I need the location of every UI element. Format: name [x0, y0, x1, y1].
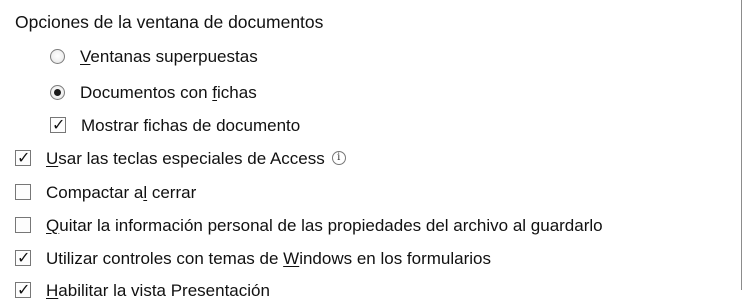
show-document-tabs-checkbox[interactable]: [50, 115, 66, 134]
compact-on-close-checkbox[interactable]: [15, 184, 31, 200]
layout-view-label: Habilitar la vista Presentación: [46, 280, 270, 300]
remove-personal-info-option[interactable]: Quitar la información personal de las pr…: [15, 212, 603, 238]
compact-on-close-option[interactable]: Compactar al cerrar: [15, 179, 196, 205]
access-special-keys-label: Usar las teclas especiales de Access: [46, 148, 325, 168]
show-document-tabs-label: Mostrar fichas de documento: [81, 115, 301, 135]
remove-personal-info-label: Quitar la información personal de las pr…: [46, 215, 603, 235]
tabbed-documents-label: Documentos con fichas: [80, 82, 257, 102]
layout-view-option[interactable]: Habilitar la vista Presentación: [15, 277, 270, 303]
tabbed-documents-radio[interactable]: [50, 84, 65, 100]
document-window-options-panel: Opciones de la ventana de documentos Ven…: [0, 0, 742, 303]
access-special-keys-checkbox[interactable]: [15, 148, 31, 167]
windows-themed-controls-checkbox[interactable]: [15, 248, 31, 267]
access-special-keys-option[interactable]: Usar las teclas especiales de Access i: [15, 145, 346, 171]
remove-personal-info-checkbox[interactable]: [15, 217, 31, 233]
tabbed-documents-option[interactable]: Documentos con fichas: [50, 79, 257, 105]
overlapping-windows-label: Ventanas superpuestas: [80, 46, 258, 66]
show-document-tabs-option[interactable]: Mostrar fichas de documento: [50, 112, 300, 138]
layout-view-checkbox[interactable]: [15, 280, 31, 299]
overlapping-windows-option[interactable]: Ventanas superpuestas: [50, 43, 258, 69]
windows-themed-controls-label: Utilizar controles con temas de Windows …: [46, 248, 492, 268]
section-title: Opciones de la ventana de documentos: [15, 12, 324, 33]
windows-themed-controls-option[interactable]: Utilizar controles con temas de Windows …: [15, 245, 491, 271]
compact-on-close-label: Compactar al cerrar: [46, 182, 197, 202]
overlapping-windows-radio[interactable]: [50, 48, 65, 64]
info-icon[interactable]: i: [331, 151, 346, 165]
